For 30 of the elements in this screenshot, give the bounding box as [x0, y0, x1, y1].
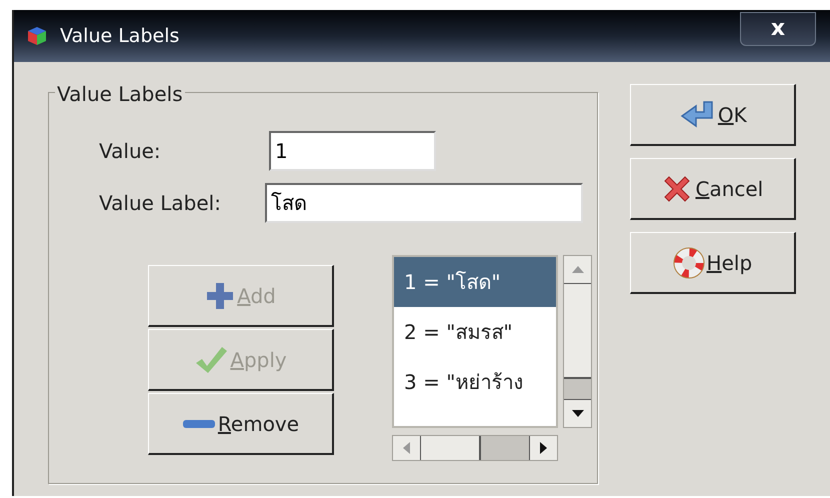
list-item[interactable]: 1 = "โสด"	[394, 257, 556, 307]
scroll-thumb[interactable]	[421, 436, 481, 460]
minus-icon	[182, 418, 216, 428]
window-title: Value Labels	[60, 24, 180, 49]
scroll-thumb[interactable]	[564, 284, 591, 379]
scroll-right-button[interactable]	[529, 436, 557, 460]
down-arrow-icon	[572, 410, 584, 417]
scroll-up-button[interactable]	[564, 256, 591, 284]
list-item[interactable]: 2 = "สมรส"	[394, 307, 556, 357]
close-button[interactable]: x	[740, 12, 816, 46]
horizontal-scrollbar[interactable]	[392, 435, 558, 461]
right-arrow-icon	[540, 442, 547, 454]
field-label: Value:	[99, 138, 162, 165]
input-field[interactable]: 1	[269, 131, 436, 171]
lifebuoy-icon	[672, 246, 705, 278]
cube-icon	[26, 25, 48, 47]
vertical-scrollbar[interactable]	[563, 255, 592, 428]
left-arrow-icon	[403, 442, 410, 454]
ok-button[interactable]: OK	[630, 84, 796, 146]
list-item[interactable]: 3 = "หย่าร้าง	[394, 357, 556, 407]
plus-icon	[205, 280, 236, 310]
remove-button[interactable]: Remove	[148, 393, 334, 455]
scroll-down-button[interactable]	[564, 399, 591, 427]
input-field[interactable]: โสด	[265, 183, 583, 223]
help-button[interactable]: Help	[630, 232, 796, 294]
up-arrow-icon	[572, 266, 584, 273]
field-label: Value Label:	[99, 190, 222, 217]
checkmark-icon	[194, 344, 228, 374]
cancel-button[interactable]: Cancel	[630, 158, 796, 220]
scroll-left-button[interactable]	[393, 436, 421, 460]
